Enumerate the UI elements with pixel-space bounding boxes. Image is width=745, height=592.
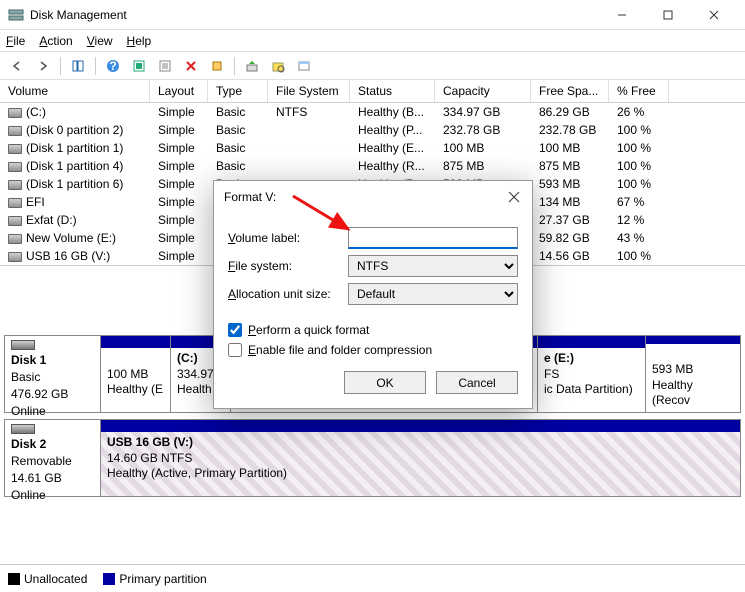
disk-state: Online bbox=[11, 488, 46, 502]
menu-bar: File Action View Help bbox=[0, 30, 745, 52]
table-row[interactable]: (Disk 1 partition 4)SimpleBasicHealthy (… bbox=[0, 157, 745, 175]
disk-2-row[interactable]: Disk 2 Removable 14.61 GB Online USB 16 … bbox=[4, 419, 741, 497]
window-title: Disk Management bbox=[30, 8, 599, 22]
disk-type: Removable bbox=[11, 454, 72, 468]
toolbar: ? bbox=[0, 52, 745, 80]
allocation-label: Allocation unit size: bbox=[228, 287, 348, 301]
list-button[interactable] bbox=[293, 55, 315, 77]
col-volume[interactable]: Volume bbox=[0, 80, 150, 102]
disk-1-header: Disk 1 Basic 476.92 GB Online bbox=[5, 336, 101, 412]
legend-unallocated: Unallocated bbox=[8, 572, 87, 586]
disk-icon bbox=[11, 340, 35, 350]
cancel-button[interactable]: Cancel bbox=[436, 371, 518, 394]
file-system-label: File system: bbox=[228, 259, 348, 273]
col-status[interactable]: Status bbox=[350, 80, 435, 102]
menu-help[interactable]: Help bbox=[127, 34, 152, 48]
compression-label: Enable file and folder compression bbox=[248, 343, 432, 357]
forward-button[interactable] bbox=[32, 55, 54, 77]
col-pctfree[interactable]: % Free bbox=[609, 80, 669, 102]
settings-button[interactable] bbox=[206, 55, 228, 77]
disk-name: Disk 2 bbox=[11, 437, 46, 451]
title-bar: Disk Management bbox=[0, 0, 745, 30]
col-capacity[interactable]: Capacity bbox=[435, 80, 531, 102]
remove-button[interactable] bbox=[180, 55, 202, 77]
app-icon bbox=[8, 7, 24, 23]
menu-file[interactable]: File bbox=[6, 34, 25, 48]
quick-format-checkbox[interactable] bbox=[228, 323, 242, 337]
properties-button[interactable] bbox=[154, 55, 176, 77]
partition[interactable]: 100 MBHealthy (E bbox=[101, 336, 171, 412]
allocation-select[interactable]: Default bbox=[348, 283, 518, 305]
table-row[interactable]: (C:)SimpleBasicNTFSHealthy (B...334.97 G… bbox=[0, 103, 745, 121]
legend: Unallocated Primary partition bbox=[0, 564, 745, 592]
maximize-button[interactable] bbox=[645, 0, 691, 30]
dialog-title: Format V: bbox=[224, 190, 506, 204]
disk-size: 476.92 GB bbox=[11, 387, 68, 401]
format-dialog: Format V: Volume label: File system: NTF… bbox=[213, 180, 533, 409]
show-hide-button[interactable] bbox=[67, 55, 89, 77]
view-button[interactable] bbox=[267, 55, 289, 77]
table-row[interactable]: (Disk 0 partition 2)SimpleBasicHealthy (… bbox=[0, 121, 745, 139]
back-button[interactable] bbox=[6, 55, 28, 77]
compression-checkbox[interactable] bbox=[228, 343, 242, 357]
svg-text:?: ? bbox=[109, 59, 116, 73]
col-type[interactable]: Type bbox=[208, 80, 268, 102]
col-free[interactable]: Free Spa... bbox=[531, 80, 609, 102]
table-row[interactable]: (Disk 1 partition 1)SimpleBasicHealthy (… bbox=[0, 139, 745, 157]
disk-2-header: Disk 2 Removable 14.61 GB Online bbox=[5, 420, 101, 496]
ok-button[interactable]: OK bbox=[344, 371, 426, 394]
legend-primary: Primary partition bbox=[103, 572, 206, 586]
refresh-button[interactable] bbox=[128, 55, 150, 77]
menu-action[interactable]: Action bbox=[39, 34, 72, 48]
partition[interactable]: 593 MBHealthy (Recov bbox=[646, 336, 740, 412]
grid-header: Volume Layout Type File System Status Ca… bbox=[0, 80, 745, 103]
disk-state: Online bbox=[11, 404, 46, 418]
disk-name: Disk 1 bbox=[11, 353, 46, 367]
rescan-button[interactable] bbox=[241, 55, 263, 77]
partition-selected[interactable]: USB 16 GB (V:)14.60 GB NTFSHealthy (Acti… bbox=[101, 420, 740, 496]
help-button[interactable]: ? bbox=[102, 55, 124, 77]
col-layout[interactable]: Layout bbox=[150, 80, 208, 102]
close-button[interactable] bbox=[691, 0, 737, 30]
disk-type: Basic bbox=[11, 370, 40, 384]
menu-view[interactable]: View bbox=[87, 34, 113, 48]
minimize-button[interactable] bbox=[599, 0, 645, 30]
partition[interactable]: e (E:)FSic Data Partition) bbox=[538, 336, 646, 412]
volume-label-label: Volume label: bbox=[228, 231, 348, 245]
volume-label-input[interactable] bbox=[348, 227, 518, 249]
dialog-close-button[interactable] bbox=[506, 189, 522, 205]
disk-size: 14.61 GB bbox=[11, 471, 62, 485]
file-system-select[interactable]: NTFS bbox=[348, 255, 518, 277]
quick-format-label: Perform a quick format bbox=[248, 323, 369, 337]
col-filesystem[interactable]: File System bbox=[268, 80, 350, 102]
disk-icon bbox=[11, 424, 35, 434]
